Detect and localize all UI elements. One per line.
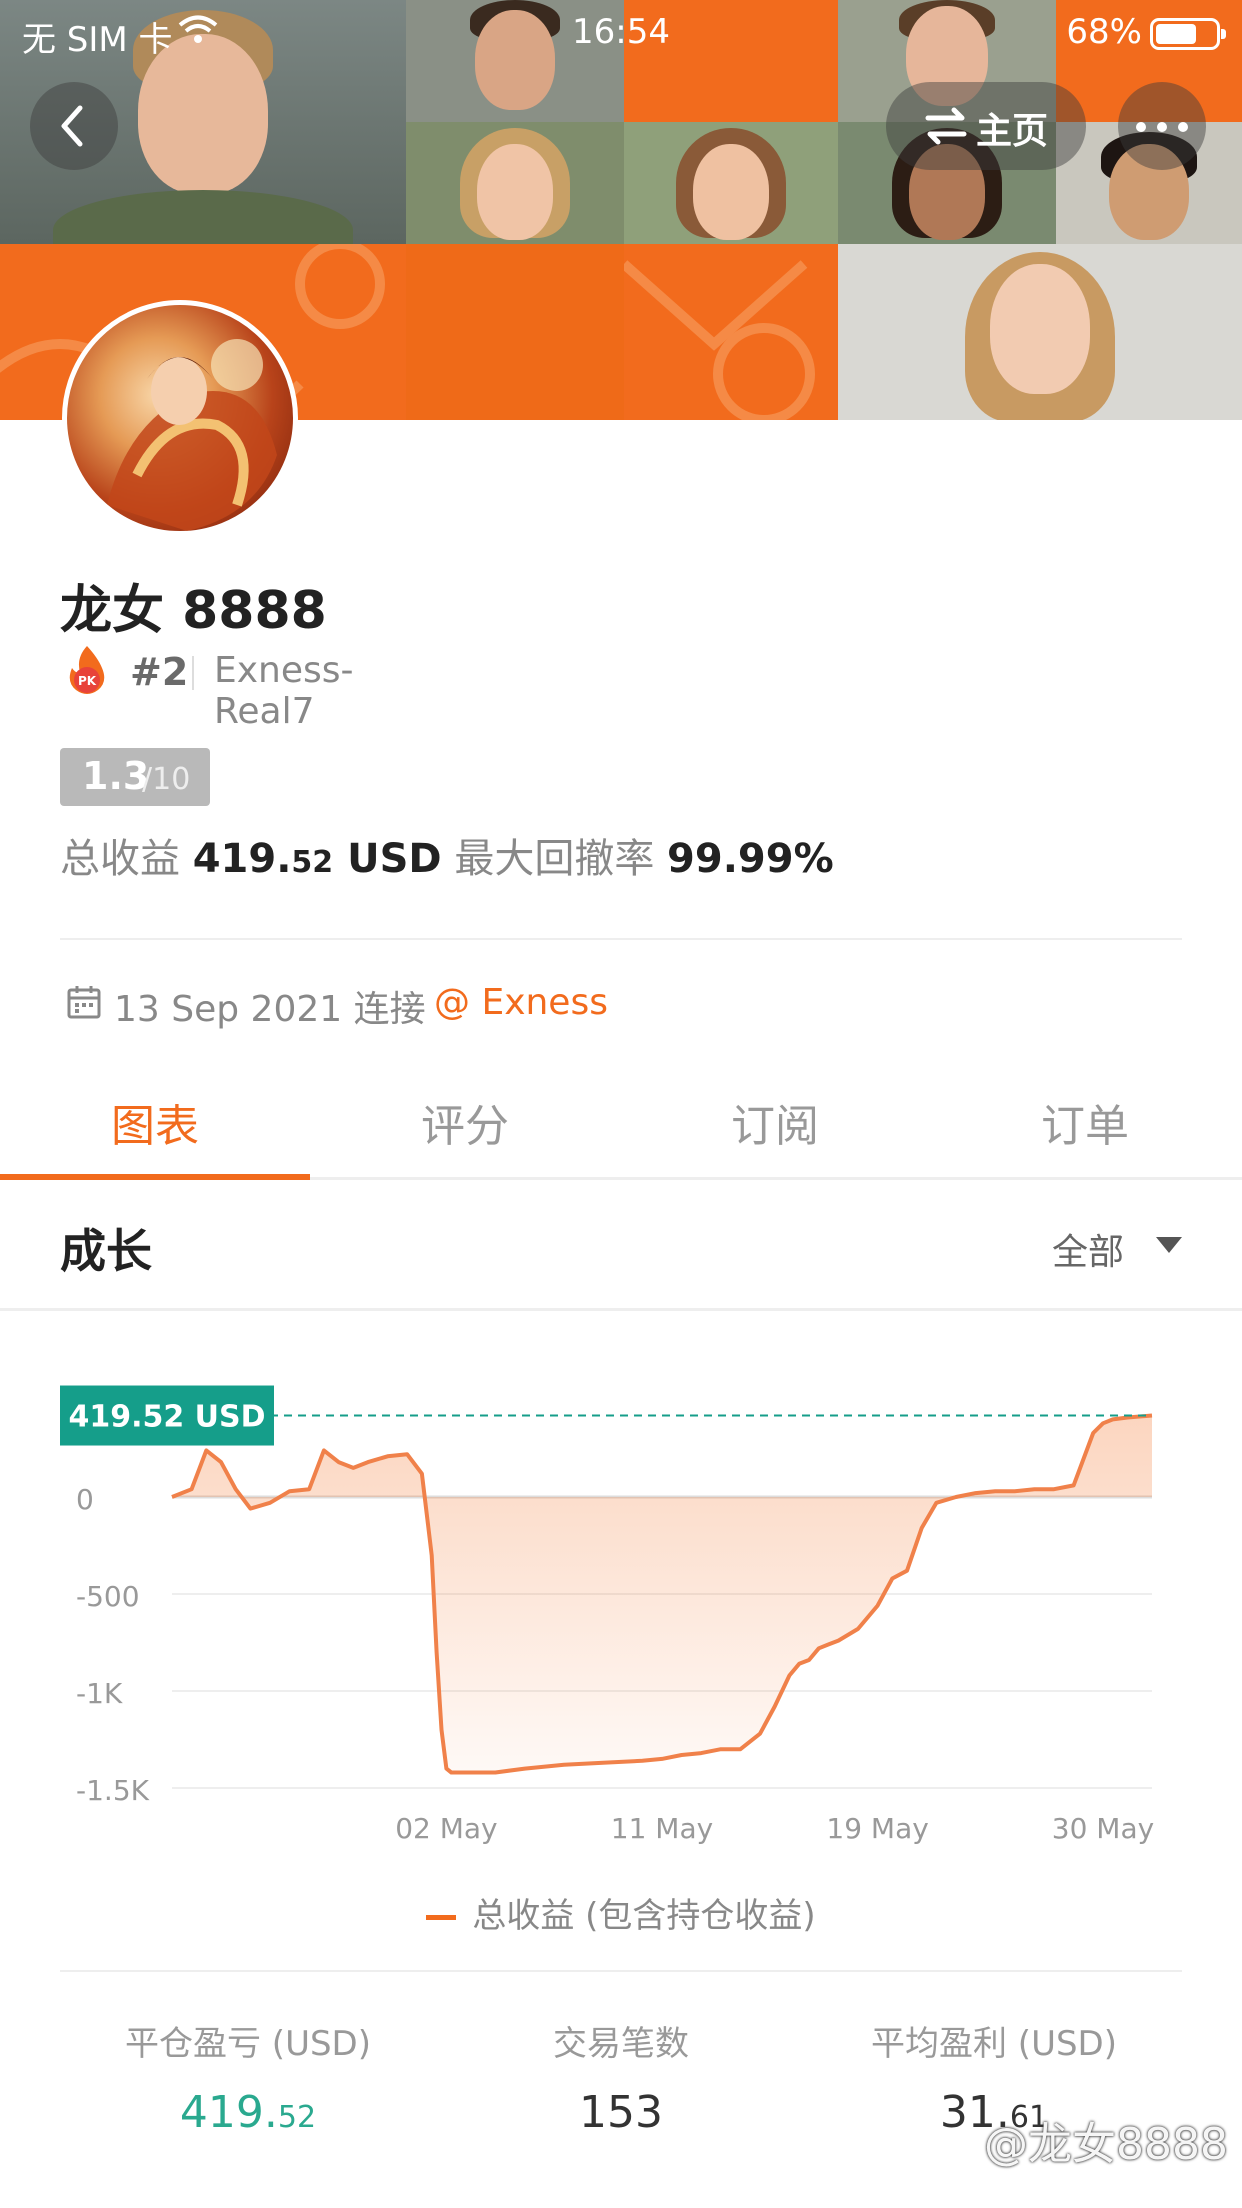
range-filter-dropdown[interactable]: 全部 [1052, 1223, 1124, 1275]
stat-label: 平均盈利 (USD) [871, 2024, 1117, 2064]
x-tick-label: 19 May [826, 1812, 928, 1845]
battery-icon [1150, 18, 1226, 50]
server-name: Exness-Real7 [214, 650, 354, 732]
trade-count-stat: 交易笔数 153 [431, 2016, 811, 2138]
chevron-left-icon [61, 105, 83, 147]
broker-link[interactable]: @ Exness [434, 982, 608, 1023]
clock: 16:54 [572, 12, 670, 52]
x-tick-label: 11 May [611, 1812, 713, 1845]
battery-percent: 68% [1066, 12, 1142, 52]
total-profit-label: 总收益 [60, 836, 180, 882]
y-tick-label: -500 [76, 1580, 140, 1613]
stat-label: 平仓盈亏 (USD) [125, 2024, 371, 2064]
closed-pnl-stat: 平仓盈亏 (USD) 419.52 [58, 2016, 438, 2138]
divider [60, 938, 1182, 940]
score-value: 1.3 [82, 754, 150, 798]
x-tick-label: 30 May [1052, 1812, 1154, 1845]
profit-summary: 总收益 419.52 USD 最大回撤率 99.99% [60, 826, 834, 884]
total-profit-dec: 52 [291, 845, 334, 880]
y-tick-label: -1K [76, 1677, 123, 1710]
legend-label: 总收益 (包含持仓收益) [472, 1896, 816, 1936]
section-title: 成长 [60, 1224, 152, 1278]
banner-photo [406, 122, 624, 244]
total-profit-int: 419. [192, 836, 292, 882]
watermark: @龙女8888 [984, 2119, 1228, 2170]
avatar[interactable] [62, 300, 298, 536]
section-header: 成长 全部 [0, 1183, 1242, 1311]
banner-pattern [624, 244, 838, 420]
svg-text:PK: PK [78, 674, 97, 688]
y-tick-label: -1.5K [76, 1774, 150, 1807]
profile-name: 龙女 8888 [60, 581, 327, 641]
connected-date: 13 Sep 2021 连接 [114, 989, 426, 1030]
tab-bar: 图表 评分 订阅 订单 [0, 1080, 1242, 1180]
rank-number: #2 [130, 650, 189, 694]
divider [60, 1970, 1182, 1972]
growth-chart: 0 -500 -1K -1.5K 02 May 11 May 19 May 30 May 419… [0, 1330, 1242, 1910]
caret-down-icon[interactable] [1156, 1237, 1182, 1253]
status-bar: 无 SIM 卡 16:54 68% [0, 0, 1242, 64]
pk-flame-icon: PK [64, 644, 110, 696]
score-max: /10 [142, 762, 191, 797]
tab-orders[interactable]: 订单 [930, 1090, 1240, 1154]
divider [192, 656, 194, 690]
tab-chart[interactable]: 图表 [0, 1090, 310, 1154]
y-tick-label: 0 [76, 1483, 94, 1516]
stat-label: 交易笔数 [553, 2024, 689, 2064]
back-button[interactable] [30, 82, 118, 170]
stat-value: 419.52 [179, 2087, 317, 2138]
home-button[interactable]: 主页 [886, 82, 1086, 170]
max-drawdown-value: 99.99% [667, 836, 834, 882]
more-button[interactable] [1118, 82, 1206, 170]
home-label: 主页 [976, 111, 1049, 152]
tab-rating[interactable]: 评分 [310, 1090, 620, 1154]
score-badge: 1.3 /10 [60, 748, 210, 806]
stat-value: 153 [579, 2087, 663, 2138]
banner-photo [624, 122, 838, 244]
chart-legend: 总收益 (包含持仓收益) [0, 1888, 1242, 1937]
x-tick-label: 02 May [395, 1812, 497, 1845]
max-drawdown-label: 最大回撤率 [454, 836, 655, 882]
growth-chart-svg: 0 -500 -1K -1.5K 02 May 11 May 19 May 30 May 419… [60, 1385, 1154, 1845]
banner-pattern [406, 244, 624, 420]
total-profit-unit: USD [347, 836, 442, 882]
swap-icon [925, 107, 967, 145]
tab-subscribe[interactable]: 订阅 [620, 1090, 930, 1154]
calendar-icon [66, 984, 102, 1029]
tab-indicator [0, 1174, 310, 1180]
banner-photo [838, 244, 1242, 420]
legend-swatch [426, 1915, 457, 1920]
more-dots-icon [1136, 122, 1188, 132]
current-value-label: 419.52 USD [68, 1400, 265, 1435]
